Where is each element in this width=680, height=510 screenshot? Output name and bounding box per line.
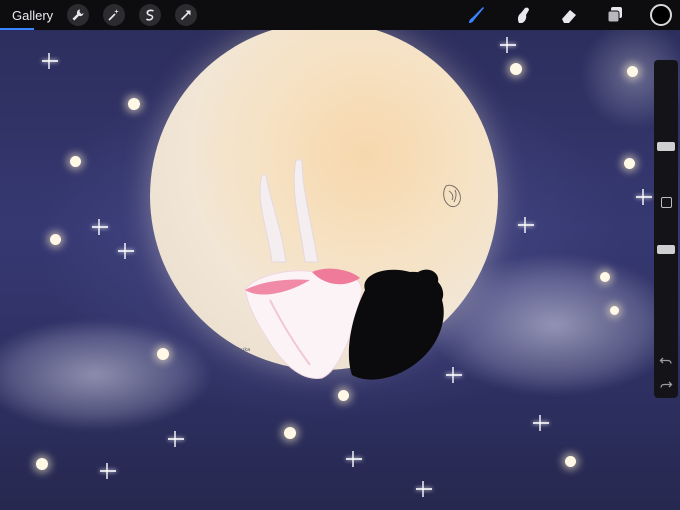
star xyxy=(50,234,61,245)
sparkle xyxy=(168,431,184,447)
star xyxy=(600,272,610,282)
sparkle xyxy=(636,189,652,205)
opacity-slider[interactable] xyxy=(654,220,678,342)
sparkle xyxy=(42,53,58,69)
artist-signature: Ashuka xyxy=(232,347,251,353)
brush-size-slider[interactable] xyxy=(654,66,678,184)
undo-icon[interactable] xyxy=(659,353,673,367)
smudge-icon[interactable] xyxy=(512,4,534,26)
brush-icon[interactable] xyxy=(466,4,488,26)
sparkle xyxy=(518,217,534,233)
layers-icon[interactable] xyxy=(604,4,626,26)
star xyxy=(624,158,635,169)
modify-button[interactable] xyxy=(661,197,672,208)
star xyxy=(128,98,140,110)
star xyxy=(565,456,576,467)
sparkle xyxy=(416,481,432,497)
gallery-underline xyxy=(0,28,34,30)
star xyxy=(70,156,81,167)
side-slider-bar xyxy=(654,60,678,398)
sparkle xyxy=(118,243,134,259)
sparkle xyxy=(346,451,362,467)
redo-icon[interactable] xyxy=(659,377,673,391)
color-picker-button[interactable] xyxy=(650,4,672,26)
star xyxy=(627,66,638,77)
opacity-thumb[interactable] xyxy=(657,245,675,254)
star xyxy=(157,348,169,360)
sparkle xyxy=(92,219,108,235)
sketch-mark xyxy=(443,184,461,208)
star xyxy=(610,306,619,315)
star xyxy=(510,63,522,75)
sparkle xyxy=(533,415,549,431)
selection-icon[interactable] xyxy=(139,4,162,26)
brush-size-thumb[interactable] xyxy=(657,142,675,151)
star xyxy=(338,390,349,401)
drawing-canvas[interactable]: Ashuka xyxy=(0,0,680,510)
eraser-icon[interactable] xyxy=(558,4,580,26)
gallery-button[interactable]: Gallery xyxy=(12,8,53,23)
sparkle xyxy=(446,367,462,383)
transform-arrow-icon[interactable] xyxy=(175,4,198,26)
sparkle xyxy=(500,37,516,53)
girl-figure xyxy=(244,159,444,380)
wrench-icon[interactable] xyxy=(67,4,90,26)
magic-wand-icon[interactable] xyxy=(103,4,126,26)
right-tool-group xyxy=(442,0,672,30)
star xyxy=(36,458,48,470)
sparkle xyxy=(100,463,116,479)
star xyxy=(284,427,296,439)
top-toolbar: Gallery xyxy=(0,0,680,30)
